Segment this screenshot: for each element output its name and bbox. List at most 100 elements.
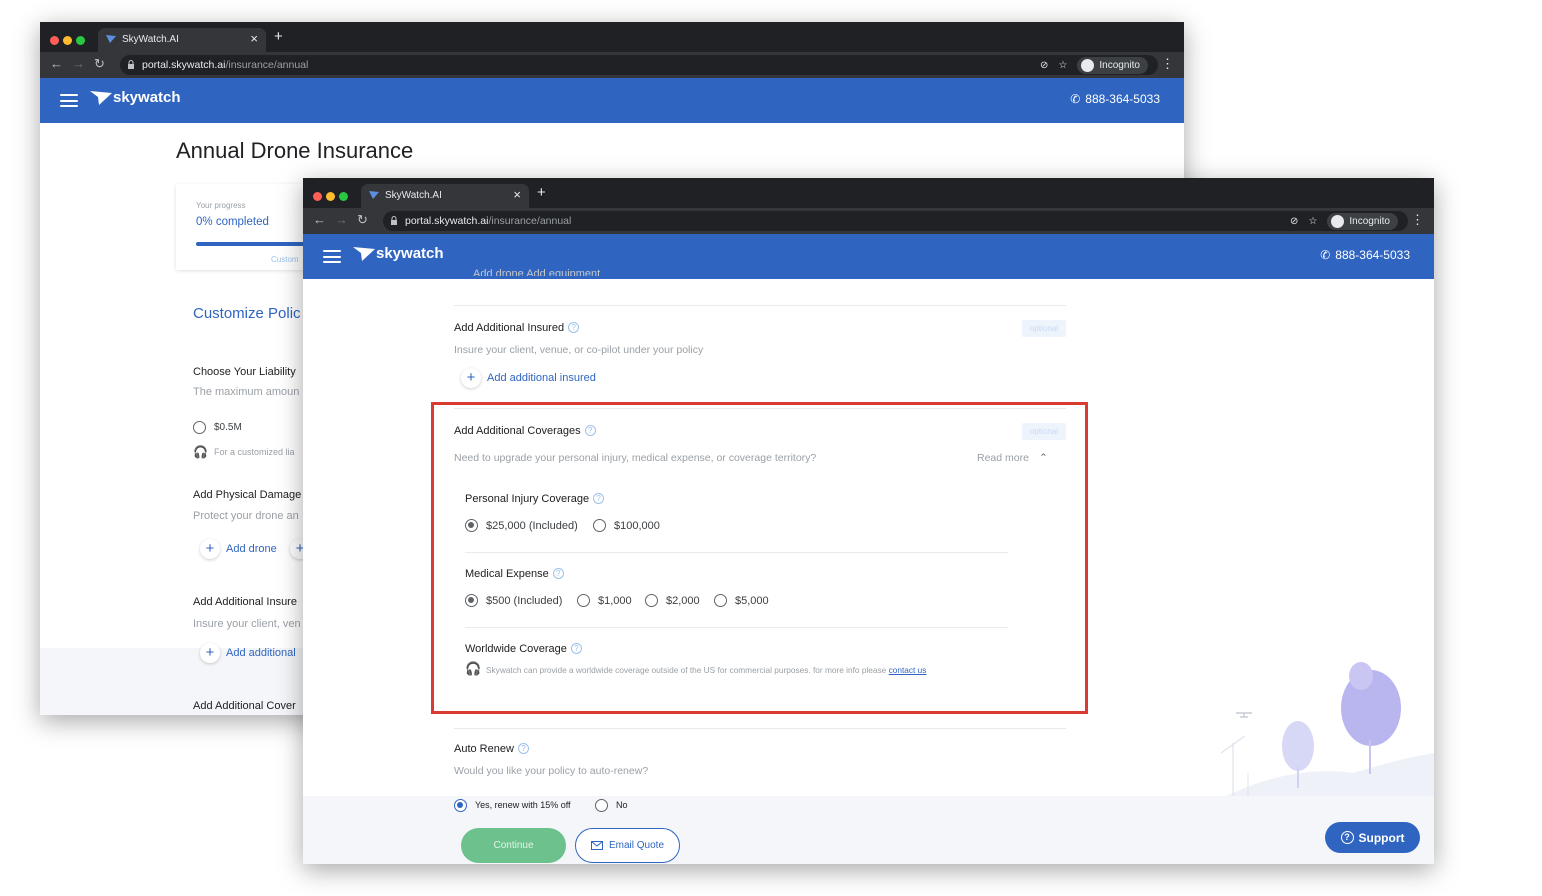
- tab-strip: SkyWatch.AI × +: [40, 22, 1184, 52]
- support-label: Support: [1358, 830, 1405, 845]
- star-icon[interactable]: ☆: [1308, 216, 1317, 227]
- incognito-label: Incognito: [1349, 215, 1390, 227]
- minimize-window-icon[interactable]: [63, 36, 72, 45]
- liability-title: Choose Your Liability: [193, 366, 296, 378]
- url-actions: ⊘ ☆ Incognito: [1290, 212, 1398, 230]
- hamburger-menu-icon[interactable]: [60, 94, 78, 107]
- additional-insured-title-back: Add Additional Insure: [193, 596, 297, 608]
- star-icon[interactable]: ☆: [1058, 60, 1067, 71]
- forward-arrow-icon[interactable]: →: [335, 212, 348, 227]
- auto-renew-title: Auto Renew?: [454, 743, 529, 755]
- liability-note: For a customized lia: [214, 447, 295, 457]
- back-arrow-icon[interactable]: ←: [50, 56, 63, 71]
- add-insured-plus-icon[interactable]: +: [461, 368, 481, 388]
- scrolled-partial-row: Add drone Add equipment: [473, 268, 601, 276]
- help-icon[interactable]: ?: [568, 322, 580, 333]
- maximize-window-icon[interactable]: [339, 192, 348, 201]
- close-tab-icon[interactable]: ×: [250, 31, 258, 46]
- lock-icon: [391, 216, 397, 225]
- add-drone-plus-icon[interactable]: +: [200, 539, 220, 559]
- skywatch-logo-icon: [90, 90, 112, 105]
- close-window-icon[interactable]: [50, 36, 59, 45]
- hamburger-menu-icon[interactable]: [323, 250, 341, 263]
- auto-renew-question: Would you like your policy to auto-renew…: [454, 765, 649, 777]
- help-circle-icon: ?: [1340, 831, 1354, 844]
- progress-step: Custom: [271, 255, 299, 264]
- highlight-box: [431, 402, 1088, 714]
- skywatch-logo[interactable]: skywatch: [353, 245, 444, 262]
- window-controls: [50, 32, 89, 50]
- phone-icon: ✆: [1320, 248, 1331, 262]
- divider: [454, 305, 1066, 306]
- additional-insured-title-text: Add Additional Insured: [454, 322, 565, 334]
- window-controls: [313, 188, 352, 206]
- physical-damage-desc: Protect your drone an: [193, 510, 299, 522]
- progress-bar: [196, 242, 316, 246]
- browser-menu-icon[interactable]: ⋮: [1411, 212, 1424, 228]
- continue-button[interactable]: Continue: [461, 828, 566, 863]
- auto-renew-radio-yes[interactable]: [454, 799, 467, 812]
- support-button[interactable]: ? Support: [1325, 822, 1420, 853]
- phone-icon: ✆: [1070, 92, 1081, 106]
- eye-off-icon[interactable]: ⊘: [1040, 60, 1048, 71]
- new-tab-button[interactable]: +: [274, 28, 283, 45]
- auto-renew-option-label: Yes, renew with 15% off: [475, 800, 571, 810]
- help-icon[interactable]: ?: [517, 743, 529, 754]
- reload-icon[interactable]: ↻: [357, 212, 368, 228]
- incognito-badge[interactable]: Incognito: [1077, 56, 1148, 74]
- additional-insured-title: Add Additional Insured?: [454, 322, 580, 334]
- forward-arrow-icon[interactable]: →: [72, 56, 85, 71]
- minimize-window-icon[interactable]: [326, 192, 335, 201]
- browser-window-front: SkyWatch.AI × + ← → ↻ portal.skywatch.ai…: [303, 178, 1434, 864]
- section-title: Customize Polic: [193, 305, 301, 322]
- add-drone-link[interactable]: Add drone: [226, 543, 277, 555]
- add-additional-link-back[interactable]: Add additional: [226, 647, 296, 659]
- progress-label: Your progress: [196, 201, 246, 210]
- incognito-badge[interactable]: Incognito: [1327, 212, 1398, 230]
- additional-insured-desc-back: Insure your client, ven: [193, 618, 301, 630]
- optional-badge: optional: [1022, 320, 1066, 337]
- envelope-icon: [590, 841, 603, 850]
- url-actions: ⊘ ☆ Incognito: [1040, 56, 1148, 74]
- skywatch-logo-icon: [353, 246, 375, 261]
- eye-off-icon[interactable]: ⊘: [1290, 216, 1298, 227]
- maximize-window-icon[interactable]: [76, 36, 85, 45]
- skywatch-favicon-icon: [369, 191, 379, 199]
- browser-tab[interactable]: SkyWatch.AI ×: [98, 28, 266, 52]
- new-tab-button[interactable]: +: [537, 184, 546, 201]
- liability-radio[interactable]: [193, 421, 206, 434]
- close-window-icon[interactable]: [313, 192, 322, 201]
- url-path: /insurance/annual: [225, 59, 309, 71]
- email-quote-label: Email Quote: [608, 840, 665, 851]
- auto-renew-title-text: Auto Renew: [454, 743, 514, 755]
- auto-renew-option-label: No: [616, 800, 628, 810]
- reload-icon[interactable]: ↻: [94, 56, 105, 72]
- add-additional-plus-icon[interactable]: +: [200, 643, 220, 663]
- progress-card: Your progress 0% completed Custom: [176, 184, 316, 270]
- tab-title: SkyWatch.AI: [122, 34, 179, 45]
- url-field[interactable]: portal.skywatch.ai/insurance/annual ⊘ ☆ …: [383, 211, 1408, 231]
- progress-value: 0% completed: [196, 216, 269, 228]
- address-bar: ← → ↻ portal.skywatch.ai/insurance/annua…: [40, 52, 1184, 78]
- email-quote-button[interactable]: Email Quote: [575, 828, 680, 863]
- additional-insured-desc: Insure your client, venue, or co-pilot u…: [454, 344, 704, 356]
- browser-tab[interactable]: SkyWatch.AI ×: [361, 184, 529, 208]
- phone-link[interactable]: ✆ 888-364-5033: [1320, 248, 1410, 262]
- liability-option-label: $0.5M: [214, 422, 242, 433]
- phone-number: 888-364-5033: [1335, 248, 1410, 262]
- skywatch-logo[interactable]: skywatch: [90, 89, 181, 106]
- skywatch-favicon-icon: [106, 35, 116, 43]
- url-host: portal.skywatch.ai: [405, 215, 489, 227]
- incognito-icon: [1081, 58, 1095, 72]
- liability-desc: The maximum amoun: [193, 386, 300, 398]
- url-field[interactable]: portal.skywatch.ai/insurance/annual ⊘ ☆ …: [120, 55, 1158, 75]
- phone-link[interactable]: ✆ 888-364-5033: [1070, 92, 1160, 106]
- browser-menu-icon[interactable]: ⋮: [1161, 56, 1174, 72]
- add-additional-insured-link[interactable]: Add additional insured: [487, 372, 596, 384]
- back-arrow-icon[interactable]: ←: [313, 212, 326, 227]
- address-bar: ← → ↻ portal.skywatch.ai/insurance/annua…: [303, 208, 1434, 234]
- auto-renew-radio-no[interactable]: [595, 799, 608, 812]
- physical-damage-title: Add Physical Damage: [193, 489, 302, 501]
- close-tab-icon[interactable]: ×: [513, 187, 521, 202]
- headset-icon: 🎧: [193, 445, 208, 459]
